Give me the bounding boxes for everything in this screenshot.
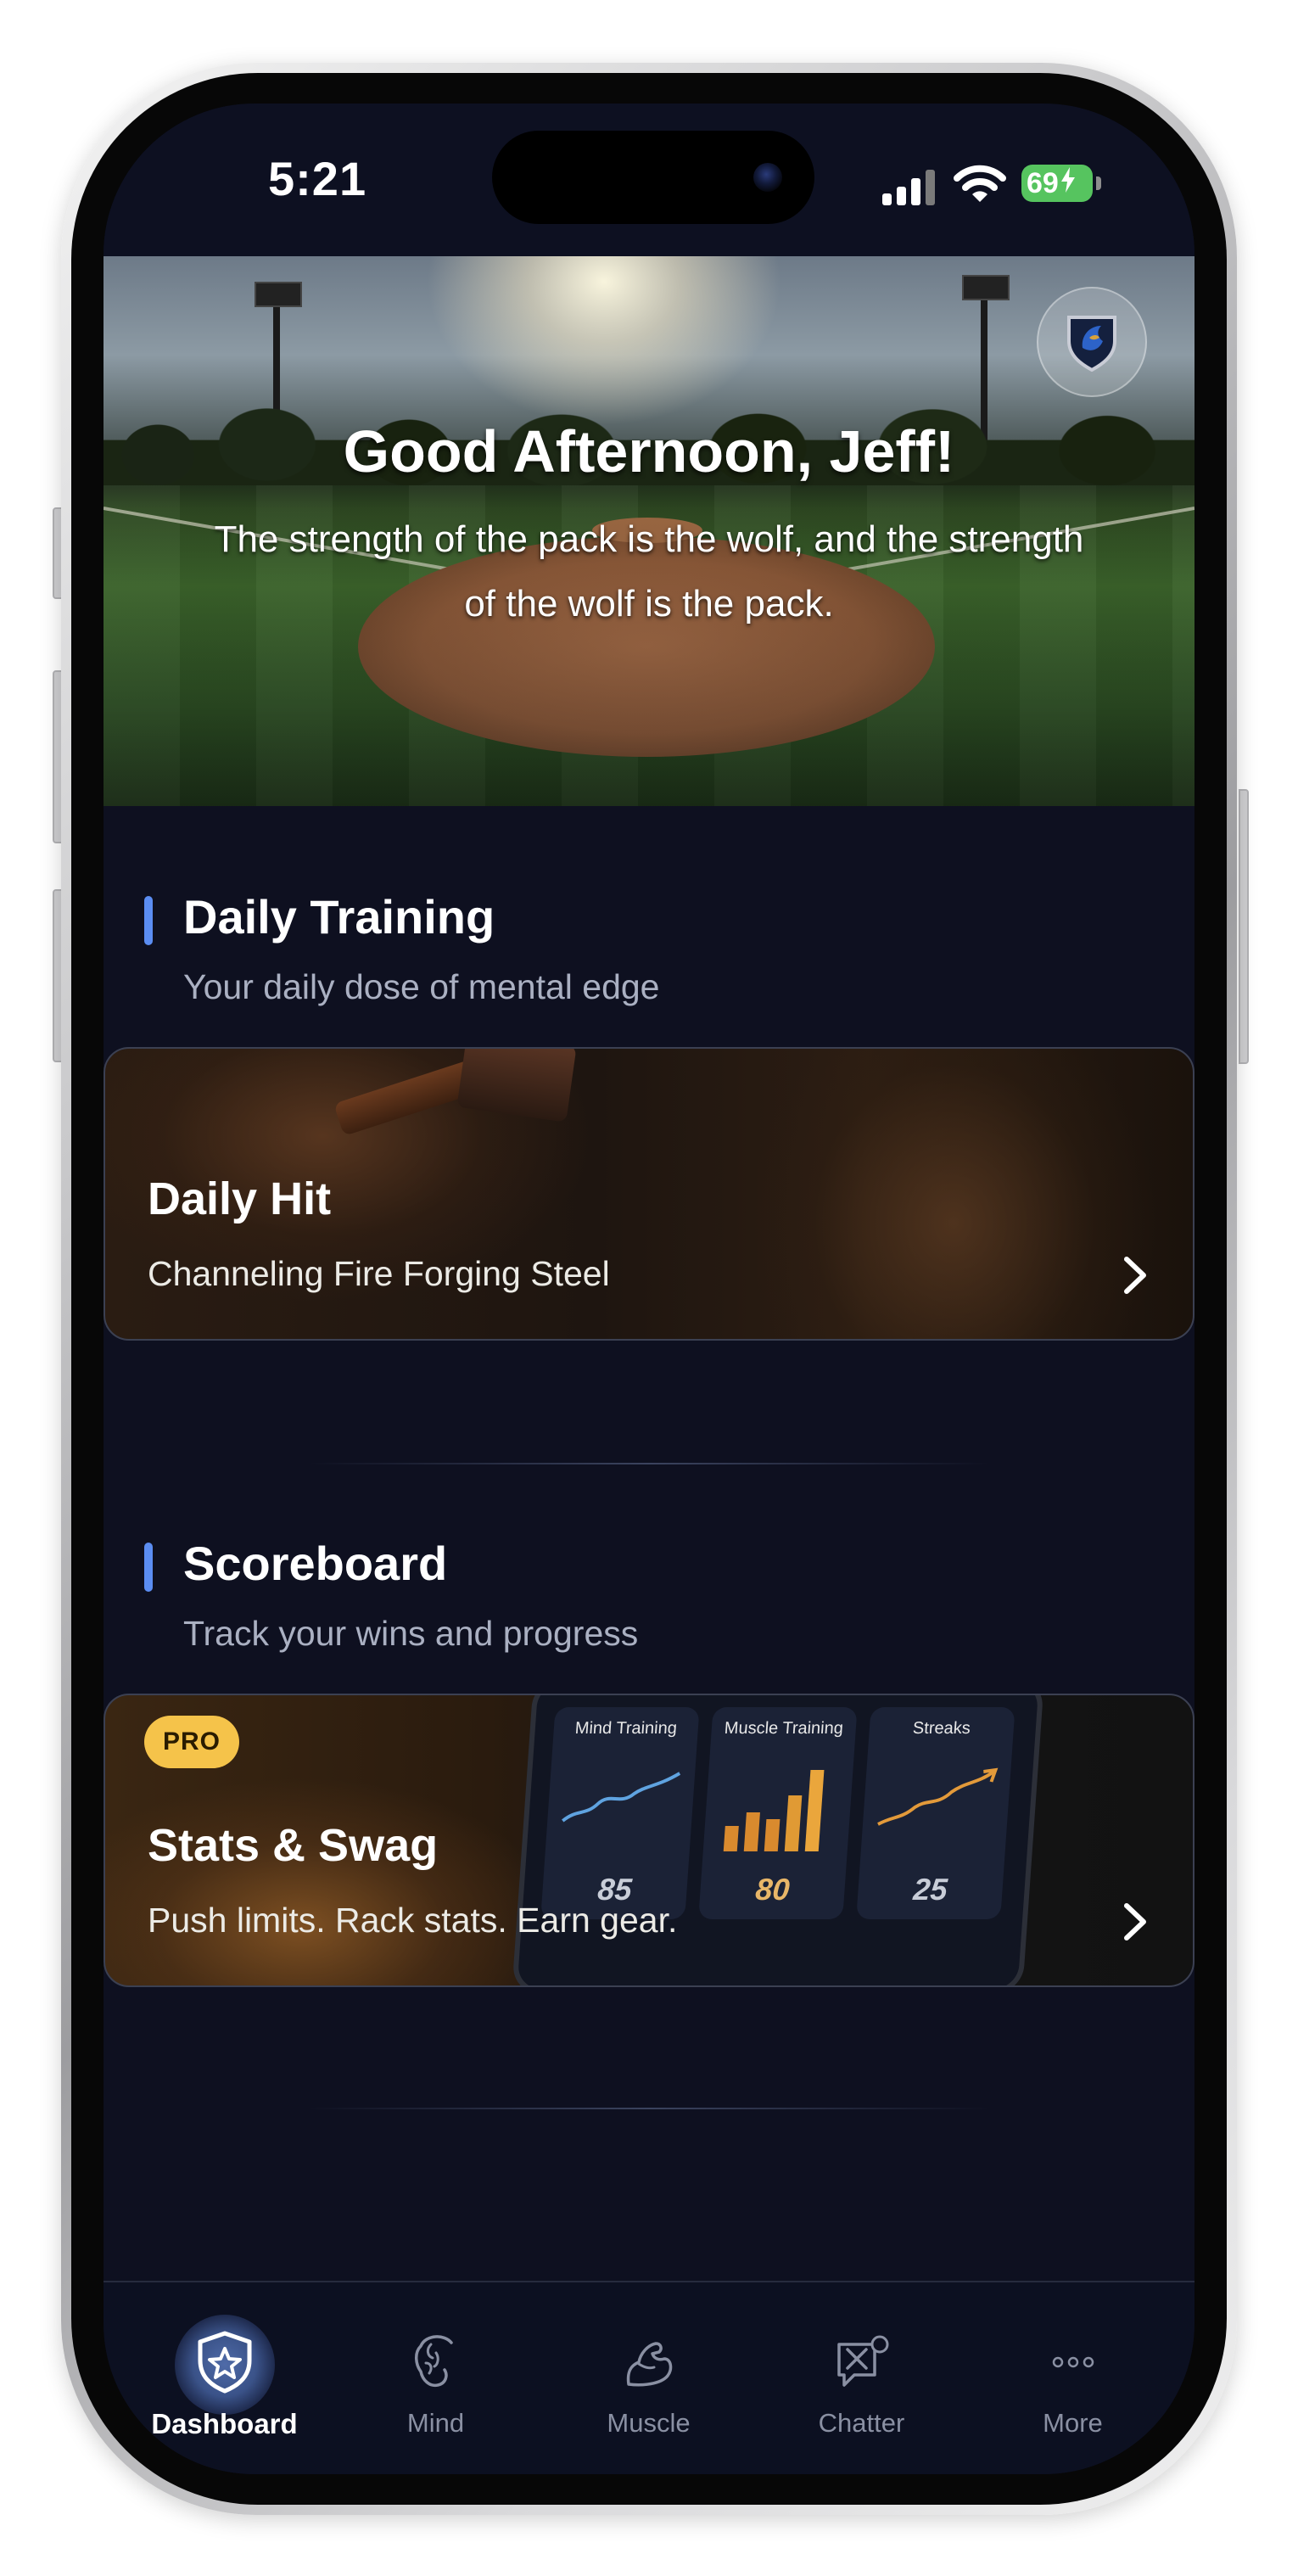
team-shield-icon xyxy=(1067,316,1116,372)
muscle-training-panel: Muscle Training 80 xyxy=(698,1707,858,1919)
trend-line-icon xyxy=(877,1767,999,1826)
chat-bat-icon xyxy=(826,2327,898,2398)
bar-chart-icon xyxy=(723,1767,833,1851)
panel-value: 80 xyxy=(754,1872,792,1907)
stats-swag-subtitle: Push limits. Rack stats. Earn gear. xyxy=(148,1901,678,1940)
tab-label: Mind xyxy=(406,2408,465,2438)
pro-badge: PRO xyxy=(144,1716,239,1768)
tab-muscle[interactable]: Muscle xyxy=(540,2282,758,2474)
tab-chatter[interactable]: Chatter xyxy=(753,2282,971,2474)
tab-label: Chatter xyxy=(818,2408,905,2438)
tab-mind[interactable]: Mind xyxy=(327,2282,545,2474)
mind-training-panel: Mind Training 85 xyxy=(540,1707,700,1919)
screen: 5:21 69 Good Afternoon, Jeff! The streng… xyxy=(104,104,1194,2474)
section-divider xyxy=(307,2108,991,2109)
greeting-title: Good Afternoon, Jeff! xyxy=(343,418,955,484)
tab-label: Dashboard xyxy=(151,2408,298,2439)
stats-swag-title: Stats & Swag xyxy=(148,1820,439,1871)
cellular-signal-icon xyxy=(882,170,937,205)
status-time: 5:21 xyxy=(268,152,367,205)
front-camera-icon xyxy=(753,163,782,192)
power-button xyxy=(1239,789,1249,1064)
brain-icon xyxy=(400,2327,472,2398)
panel-label: Muscle Training xyxy=(724,1719,844,1738)
panel-value: 25 xyxy=(912,1872,949,1907)
daily-hit-card[interactable]: Daily Hit Channeling Fire Forging Steel xyxy=(104,1047,1194,1341)
flexed-arm-icon xyxy=(613,2327,685,2398)
trend-line-icon xyxy=(562,1772,681,1823)
chevron-right-icon xyxy=(1124,1903,1146,1940)
battery-icon: 69 xyxy=(1021,165,1093,202)
scoreboard-subtitle: Track your wins and progress xyxy=(183,1614,639,1653)
more-dots-icon xyxy=(1038,2327,1109,2398)
daily-training-title: Daily Training xyxy=(183,890,495,944)
charging-bolt-icon xyxy=(1060,166,1076,200)
dynamic-island xyxy=(492,131,814,224)
hammer-head-image xyxy=(456,1049,577,1123)
motivational-quote: The strength of the pack is the wolf, an… xyxy=(214,518,1084,624)
stats-swag-card[interactable]: Mind Training 85 Muscle Training 80 Stre… xyxy=(104,1694,1194,1987)
panel-label: Streaks xyxy=(912,1719,971,1738)
bottom-tab-bar: Dashboard Mind Muscle Chatter More xyxy=(104,2281,1194,2474)
team-logo-button[interactable] xyxy=(1037,287,1147,397)
tab-more[interactable]: More xyxy=(964,2282,1182,2474)
daily-training-accent-bar xyxy=(144,896,153,945)
scoreboard-accent-bar xyxy=(144,1543,153,1592)
battery-level: 69 xyxy=(1027,166,1059,199)
hero-banner: Good Afternoon, Jeff! The strength of th… xyxy=(104,256,1194,806)
scoreboard-title: Scoreboard xyxy=(183,1537,448,1590)
status-bar: 5:21 69 xyxy=(104,104,1194,256)
chevron-right-icon xyxy=(1124,1257,1146,1294)
panel-label: Mind Training xyxy=(574,1719,678,1738)
section-divider xyxy=(307,1463,991,1464)
streaks-panel: Streaks 25 xyxy=(856,1707,1015,1919)
wifi-icon xyxy=(954,165,1006,202)
shield-star-icon xyxy=(189,2327,260,2398)
daily-hit-subtitle: Channeling Fire Forging Steel xyxy=(148,1254,610,1293)
battery-cap xyxy=(1096,176,1101,190)
tab-dashboard[interactable]: Dashboard xyxy=(115,2282,333,2474)
daily-hit-title: Daily Hit xyxy=(148,1173,332,1224)
stats-tablet-image: Mind Training 85 Muscle Training 80 Stre… xyxy=(511,1695,1045,1985)
daily-training-subtitle: Your daily dose of mental edge xyxy=(183,967,660,1006)
tab-label: More xyxy=(1043,2408,1103,2438)
tab-label: Muscle xyxy=(607,2408,691,2438)
